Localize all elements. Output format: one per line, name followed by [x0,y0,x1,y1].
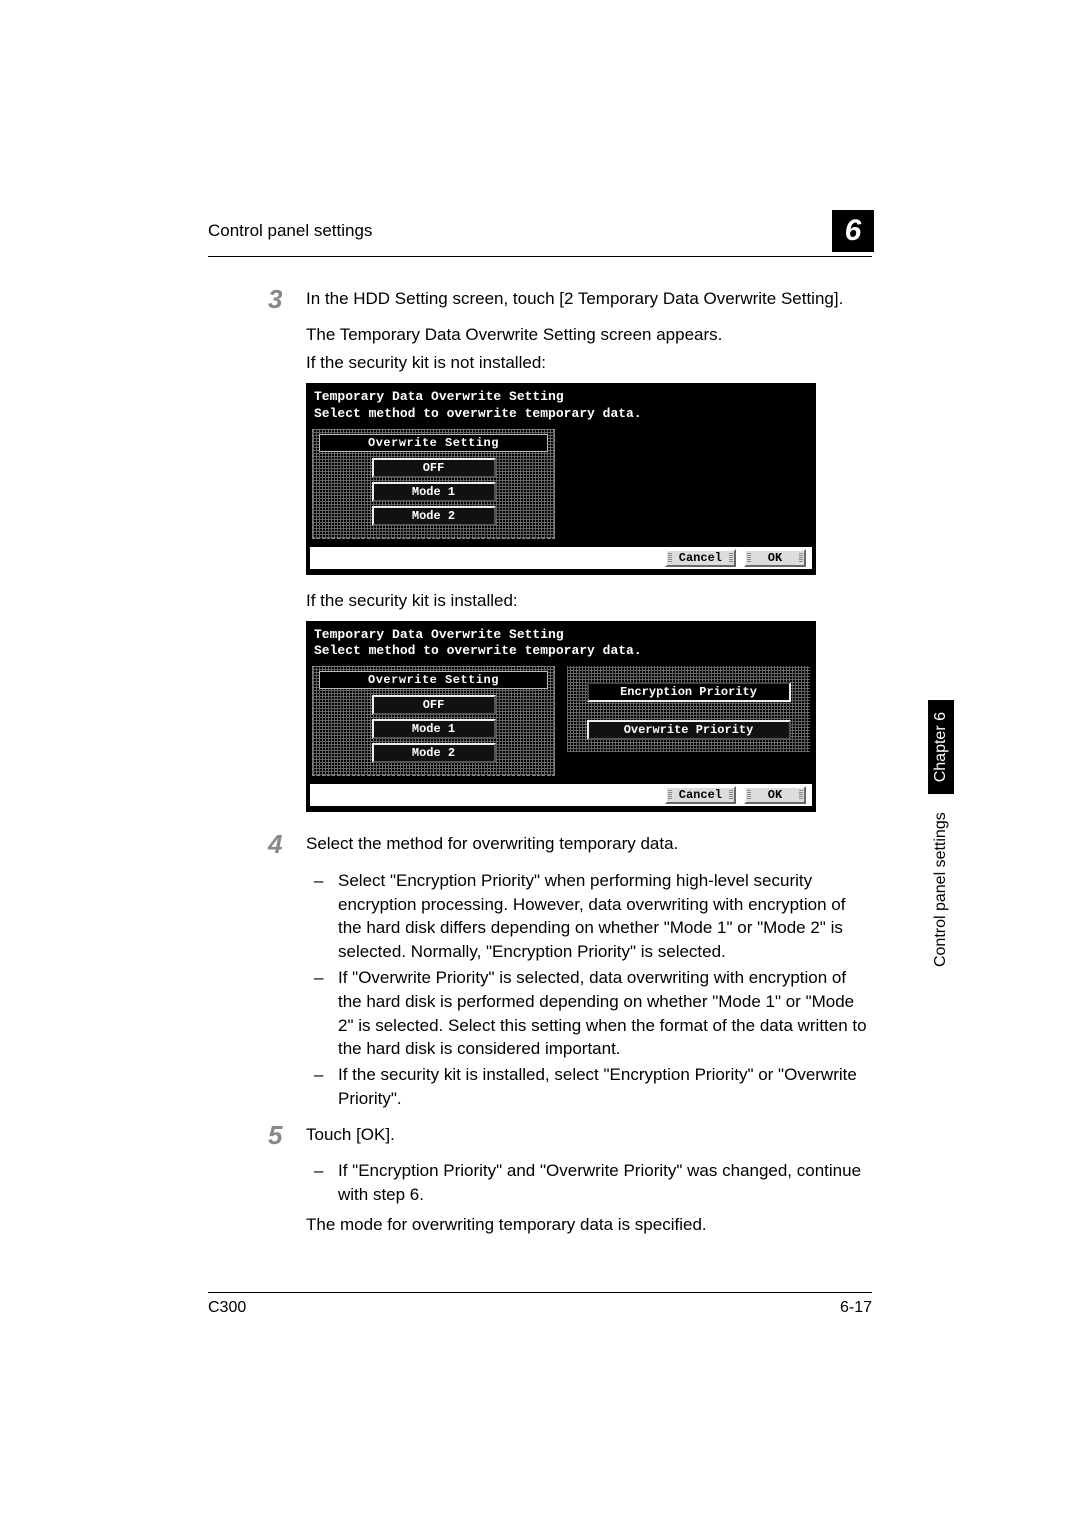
panel-header: Temporary Data Overwrite Setting Select … [306,383,816,425]
panel-footer: Cancel OK [310,784,812,806]
lcd-panel-with-kit: Temporary Data Overwrite Setting Select … [306,621,816,813]
step-subtext: The Temporary Data Overwrite Setting scr… [306,323,872,347]
side-tab: Control panel settings Chapter 6 [928,700,954,967]
step-5: 5 Touch [OK]. [268,1117,872,1153]
mode1-button[interactable]: Mode 1 [372,482,496,502]
step-3: 3 In the HDD Setting screen, touch [2 Te… [268,281,872,317]
lcd-panel-no-kit: Temporary Data Overwrite Setting Select … [306,383,816,575]
page-header: Control panel settings 6 [208,210,872,257]
content-body: 3 In the HDD Setting screen, touch [2 Te… [208,281,872,1236]
bullet-item: If "Encryption Priority" and "Overwrite … [306,1159,872,1207]
panel-title-2: Select method to overwrite temporary dat… [314,643,808,660]
side-label: Control panel settings [932,812,950,967]
panel-footer: Cancel OK [310,547,812,569]
overwrite-priority-button[interactable]: Overwrite Priority [587,720,791,740]
step-subtext: If the security kit is not installed: [306,351,872,375]
step-subtext: If the security kit is installed: [306,589,872,613]
step-text: Touch [OK]. [306,1117,872,1153]
step-subtext: The mode for overwriting temporary data … [306,1213,872,1237]
cancel-button[interactable]: Cancel [665,786,736,804]
footer-left: C300 [208,1299,246,1317]
mode1-button[interactable]: Mode 1 [372,719,496,739]
panel-header: Temporary Data Overwrite Setting Select … [306,621,816,663]
group-title: Overwrite Setting [319,434,548,452]
cancel-button[interactable]: Cancel [665,549,736,567]
mode2-button[interactable]: Mode 2 [372,506,496,526]
step-text: Select the method for overwriting tempor… [306,826,872,862]
step-number: 5 [268,1117,306,1153]
panel-title-1: Temporary Data Overwrite Setting [314,389,808,406]
overwrite-group: Overwrite Setting OFF Mode 1 Mode 2 [312,666,555,776]
overwrite-group: Overwrite Setting OFF Mode 1 Mode 2 [312,429,555,539]
step-4: 4 Select the method for overwriting temp… [268,826,872,862]
panel-title-1: Temporary Data Overwrite Setting [314,627,808,644]
footer-right: 6-17 [840,1299,872,1317]
step-4-bullets: Select "Encryption Priority" when perfor… [306,869,872,1111]
encryption-priority-button[interactable]: Encryption Priority [587,682,791,702]
bullet-item: If the security kit is installed, select… [306,1063,872,1111]
off-button[interactable]: OFF [372,458,496,478]
page-footer: C300 6-17 [208,1292,872,1317]
panel-title-2: Select method to overwrite temporary dat… [314,406,808,423]
ok-button[interactable]: OK [744,786,806,804]
group-title: Overwrite Setting [319,671,548,689]
bullet-item: Select "Encryption Priority" when perfor… [306,869,872,964]
header-title: Control panel settings [208,221,372,241]
ok-button[interactable]: OK [744,549,806,567]
side-chapter-chip: Chapter 6 [928,700,954,794]
mode2-button[interactable]: Mode 2 [372,743,496,763]
step-number: 3 [268,281,306,317]
bullet-item: If "Overwrite Priority" is selected, dat… [306,966,872,1061]
off-button[interactable]: OFF [372,695,496,715]
step-number: 4 [268,826,306,862]
priority-group: Encryption Priority Overwrite Priority [567,666,810,752]
chapter-badge: 6 [832,210,874,252]
step-text: In the HDD Setting screen, touch [2 Temp… [306,281,872,317]
step-5-bullets: If "Encryption Priority" and "Overwrite … [306,1159,872,1207]
